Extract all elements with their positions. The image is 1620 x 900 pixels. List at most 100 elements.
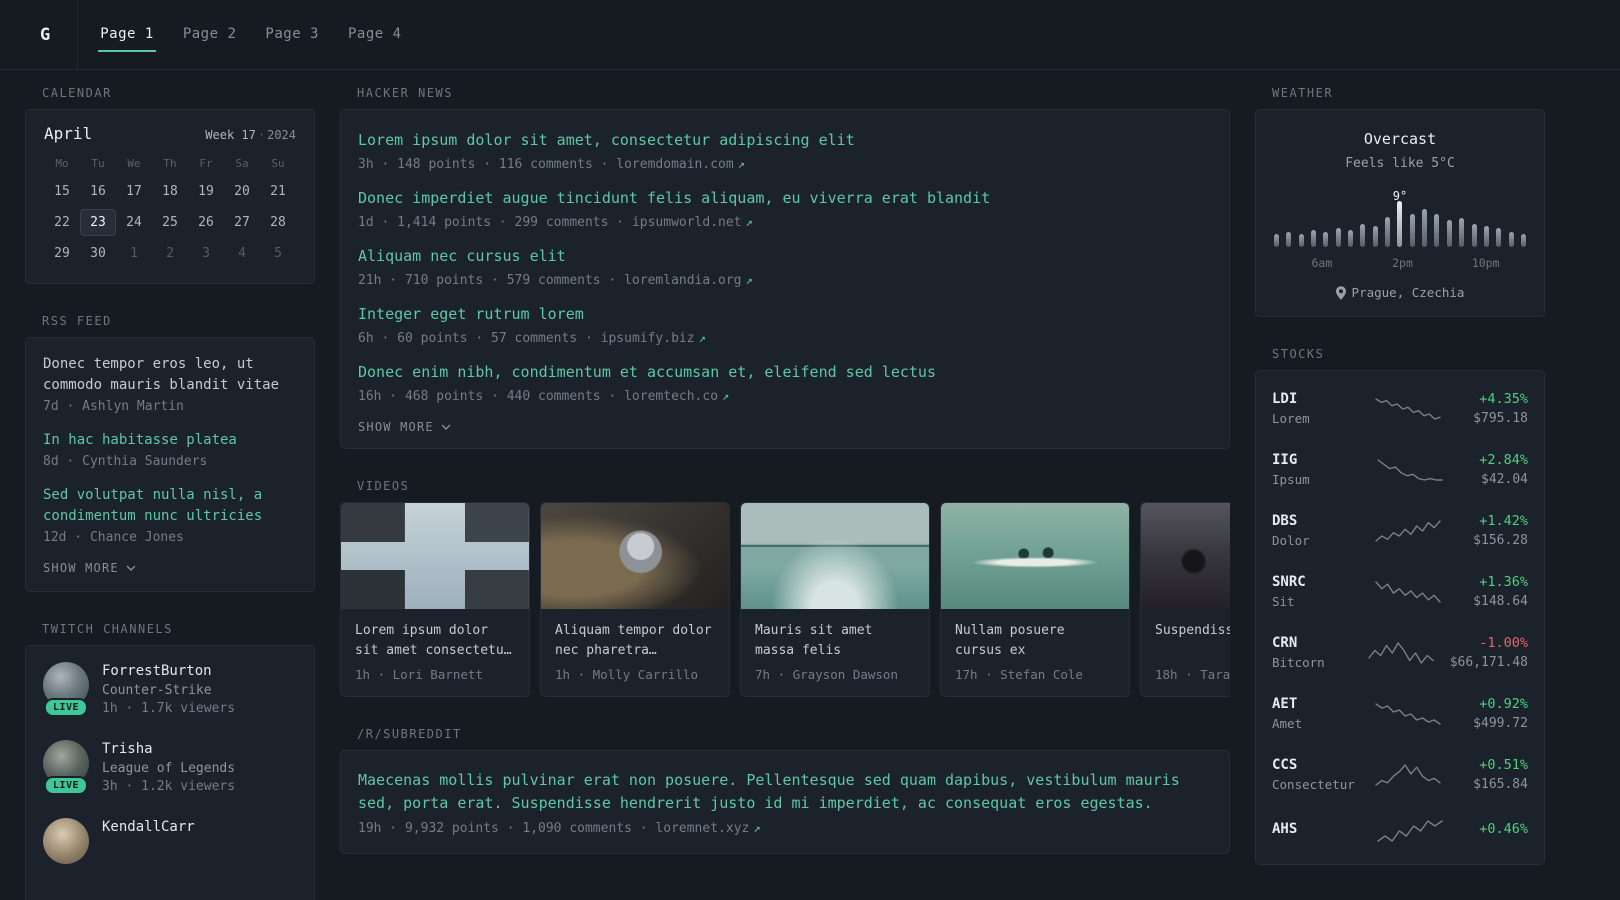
hn-item-title[interactable]: Aliquam nec cursus elit xyxy=(358,246,1212,267)
video-thumbnail[interactable] xyxy=(1141,503,1230,609)
hn-item-domain-link[interactable]: ipsumworld.net ↗ xyxy=(632,215,753,230)
calendar-day[interactable]: 24 xyxy=(116,209,152,236)
twitch-channel-row[interactable]: LIVE ForrestBurton Counter-Strike 1h · 1… xyxy=(43,662,297,717)
stock-row[interactable]: DBS Dolor +1.42% $156.28 xyxy=(1272,500,1528,561)
external-link-icon: ↗ xyxy=(745,273,753,287)
videos-widget: VIDEOS Lorem ipsum dolor sit amet consec… xyxy=(340,479,1230,697)
stock-row[interactable]: CCS Consectetur +0.51% $165.84 xyxy=(1272,744,1528,805)
hour-label: 6am xyxy=(1311,256,1333,270)
stock-name: Consectetur xyxy=(1272,777,1355,792)
page-tab[interactable]: Page 3 xyxy=(251,0,333,69)
video-title[interactable]: Aliquam tempor dolor nec pharetra… xyxy=(555,621,715,661)
page-tab[interactable]: Page 2 xyxy=(169,0,251,69)
calendar-day[interactable]: 27 xyxy=(224,209,260,236)
calendar-day[interactable]: 30 xyxy=(80,240,116,267)
subreddit-post-domain-link[interactable]: loremnet.xyz ↗ xyxy=(655,821,760,836)
weather-bar xyxy=(1311,230,1317,247)
stock-change: -1.00% xyxy=(1479,635,1528,651)
calendar-day[interactable]: 3 xyxy=(188,240,224,267)
rss-show-more-button[interactable]: SHOW MORE xyxy=(43,561,136,575)
calendar-day[interactable]: 20 xyxy=(224,178,260,205)
stock-symbol: DBS xyxy=(1272,513,1298,529)
calendar-day[interactable]: 19 xyxy=(188,178,224,205)
video-card[interactable]: Lorem ipsum dolor sit amet consectetu… 1… xyxy=(340,502,530,697)
weather-bar xyxy=(1348,230,1354,247)
hn-item-domain-link[interactable]: loremlandia.org ↗ xyxy=(624,273,753,288)
weather-bar xyxy=(1471,224,1477,247)
app-logo[interactable]: G xyxy=(25,0,79,69)
video-card[interactable]: Mauris sit amet massa felis 7h · Grayson… xyxy=(740,502,930,697)
channel-name[interactable]: KendallCarr xyxy=(102,819,195,835)
stock-price: $165.84 xyxy=(1473,777,1528,792)
stock-row[interactable]: LDI Lorem +4.35% $795.18 xyxy=(1272,378,1528,439)
calendar-day[interactable]: 17 xyxy=(116,178,152,205)
hn-item-title[interactable]: Donec enim nibh, condimentum et accumsan… xyxy=(358,362,1212,383)
calendar-days-grid: 15 16 17 18 19 20 21 22 23 24 25 26 27 28 29 30 1 2 3 4 5 xyxy=(44,178,296,267)
external-link-icon: ↗ xyxy=(722,389,730,403)
twitch-channel-row[interactable]: LIVE Trisha League of Legends 3h · 1.2k … xyxy=(43,740,297,795)
video-title[interactable]: Lorem ipsum dolor sit amet consectetu… xyxy=(355,621,515,661)
page-tab[interactable]: Page 1 xyxy=(86,0,168,69)
hn-item-domain-link[interactable]: loremtech.co ↗ xyxy=(624,389,729,404)
video-thumbnail[interactable] xyxy=(341,503,529,609)
hn-item-stats: 21h · 710 points · 579 comments · xyxy=(358,273,625,288)
subreddit-post-title[interactable]: Maecenas mollis pulvinar erat non posuer… xyxy=(358,769,1212,815)
calendar-day[interactable]: 2 xyxy=(152,240,188,267)
stock-row[interactable]: AET Amet +0.92% $499.72 xyxy=(1272,683,1528,744)
stock-name: Dolor xyxy=(1272,533,1310,548)
calendar-day[interactable]: 5 xyxy=(260,240,296,267)
calendar-day[interactable]: 25 xyxy=(152,209,188,236)
video-title[interactable]: Mauris sit amet massa felis xyxy=(755,621,915,661)
calendar-day[interactable]: 21 xyxy=(260,178,296,205)
stocks-card: LDI Lorem +4.35% $795.18 IIG Ipsum +2.84… xyxy=(1255,370,1545,865)
twitch-channel-row[interactable]: KendallCarr xyxy=(43,818,297,864)
channel-game[interactable]: League of Legends xyxy=(102,761,235,776)
video-meta: 1h · Molly Carrillo xyxy=(555,667,698,682)
hn-item-domain-link[interactable]: loremdomain.com ↗ xyxy=(616,157,745,172)
hn-item-title[interactable]: Integer eget rutrum lorem xyxy=(358,304,1212,325)
video-thumbnail[interactable] xyxy=(941,503,1129,609)
stock-price: $42.04 xyxy=(1481,472,1528,487)
calendar-day[interactable]: 22 xyxy=(44,209,80,236)
hn-show-more-button[interactable]: SHOW MORE xyxy=(358,420,451,434)
calendar-day[interactable]: 4 xyxy=(224,240,260,267)
stock-row[interactable]: SNRC Sit +1.36% $148.64 xyxy=(1272,561,1528,622)
calendar-day[interactable]: 1 xyxy=(116,240,152,267)
hn-item-domain: loremdomain.com xyxy=(616,157,734,172)
channel-name[interactable]: Trisha xyxy=(102,741,235,757)
video-thumbnail[interactable] xyxy=(741,503,929,609)
calendar-day[interactable]: 18 xyxy=(152,178,188,205)
calendar-day[interactable]: 15 xyxy=(44,178,80,205)
stock-sparkline xyxy=(1375,702,1442,725)
video-thumbnail[interactable] xyxy=(541,503,729,609)
page-tab[interactable]: Page 4 xyxy=(334,0,416,69)
video-title[interactable]: Suspendisse diam xyxy=(1155,621,1230,661)
calendar-day[interactable]: 26 xyxy=(188,209,224,236)
hn-item: Donec imperdiet augue tincidunt felis al… xyxy=(358,188,1212,231)
calendar-day[interactable]: 28 xyxy=(260,209,296,236)
video-title[interactable]: Nullam posuere cursus ex xyxy=(955,621,1115,661)
channel-game[interactable]: Counter-Strike xyxy=(102,683,235,698)
hn-item-title[interactable]: Lorem ipsum dolor sit amet, consectetur … xyxy=(358,130,1212,151)
rss-item-title[interactable]: Sed volutpat nulla nisl, a condimentum n… xyxy=(43,485,297,527)
stock-id: AET Amet xyxy=(1272,696,1360,731)
stock-row[interactable]: IIG Ipsum +2.84% $42.04 xyxy=(1272,439,1528,500)
subreddit-post: Maecenas mollis pulvinar erat non posuer… xyxy=(358,769,1212,837)
hn-item-domain-link[interactable]: ipsumify.biz ↗ xyxy=(601,331,706,346)
stock-row[interactable]: AHS +0.46% xyxy=(1272,805,1528,857)
weather-bar xyxy=(1372,226,1378,247)
calendar-day[interactable]: 16 xyxy=(80,178,116,205)
stock-row[interactable]: CRN Bitcorn -1.00% $66,171.48 xyxy=(1272,622,1528,683)
rss-item-title[interactable]: Donec tempor eros leo, ut commodo mauris… xyxy=(43,354,297,396)
video-card[interactable]: Aliquam tempor dolor nec pharetra… 1h · … xyxy=(540,502,730,697)
weather-feels-like: Feels like 5°C xyxy=(1345,156,1455,171)
video-card[interactable]: Suspendisse diam 18h · Tara xyxy=(1140,502,1230,697)
hn-item-title[interactable]: Donec imperdiet augue tincidunt felis al… xyxy=(358,188,1212,209)
calendar-day[interactable]: 29 xyxy=(44,240,80,267)
chevron-down-icon xyxy=(441,424,451,430)
video-card[interactable]: Nullam posuere cursus ex 17h · Stefan Co… xyxy=(940,502,1130,697)
stock-price: $795.18 xyxy=(1473,411,1528,426)
channel-name[interactable]: ForrestBurton xyxy=(102,663,235,679)
calendar-day[interactable]: 23 xyxy=(80,209,116,236)
rss-item-title[interactable]: In hac habitasse platea xyxy=(43,430,297,451)
